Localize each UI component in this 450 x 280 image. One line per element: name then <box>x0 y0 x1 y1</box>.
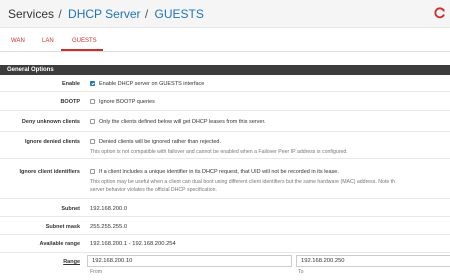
breadcrumb-separator: / <box>144 7 149 21</box>
breadcrumb-guests[interactable]: GUESTS <box>155 7 204 21</box>
ignore-client-id-row: Ignore client identifiers If a client in… <box>0 159 450 199</box>
subnet-row: Subnet 192.168.200.0 <box>0 199 450 217</box>
enable-row: Enable Enable DHCP server on GUESTS inte… <box>0 75 450 92</box>
subnet-mask-label: Subnet mask <box>45 224 80 230</box>
breadcrumb-separator: / <box>58 7 62 21</box>
deny-unknown-checkbox[interactable] <box>90 119 95 124</box>
breadcrumb: Services / DHCP Server / GUESTS <box>8 7 204 21</box>
enable-checkbox[interactable] <box>90 81 95 86</box>
ignore-denied-help: This option is not compatible with failo… <box>90 149 348 155</box>
bootp-text: Ignore BOOTP queries <box>99 99 155 105</box>
subnet-mask-value: 255.255.255.0 <box>90 224 128 230</box>
tab-guests[interactable]: GUESTS <box>72 38 97 44</box>
ignore-denied-label: Ignore denied clients <box>24 139 80 145</box>
bootp-checkbox[interactable] <box>90 99 95 104</box>
range-row: Range 192.168.200.10 192.168.200.250 Fro… <box>0 253 450 280</box>
subnet-value: 192.168.200.0 <box>90 206 128 212</box>
active-tab-indicator <box>61 49 103 51</box>
subnet-mask-row: Subnet mask 255.255.255.0 <box>0 217 450 235</box>
ignore-client-id-label: Ignore client identifiers <box>19 169 80 175</box>
panel-title: General Options <box>0 65 450 75</box>
ignore-denied-row: Ignore denied clients Denied clients wil… <box>0 132 450 159</box>
enable-label: Enable <box>61 81 80 87</box>
page-header: Services / DHCP Server / GUESTS <box>0 0 450 28</box>
range-to-input[interactable]: 192.168.200.250 <box>296 255 450 267</box>
bootp-label: BOOTP <box>60 99 80 105</box>
ignore-denied-text: Denied clients will be ignored rather th… <box>99 139 221 145</box>
ignore-client-id-text: If a client includes a unique identifier… <box>99 169 339 175</box>
range-from-label: From <box>90 269 103 275</box>
deny-unknown-text: Only the clients defined below will get … <box>99 119 266 125</box>
ignore-client-id-checkbox[interactable] <box>90 169 95 174</box>
bootp-row: BOOTP Ignore BOOTP queries <box>0 92 450 111</box>
breadcrumb-dhcp-server[interactable]: DHCP Server <box>68 7 140 21</box>
available-range-row: Available range 192.168.200.1 - 192.168.… <box>0 235 450 253</box>
enable-text: Enable DHCP server on GUESTS interface <box>99 81 205 87</box>
range-from-input[interactable]: 192.168.200.10 <box>87 255 292 267</box>
tab-wan[interactable]: WAN <box>11 38 25 44</box>
tab-lan[interactable]: LAN <box>42 38 54 44</box>
ignore-client-id-help: This option may be useful when a client … <box>90 179 395 185</box>
range-to-label: To <box>298 269 304 275</box>
ignore-denied-checkbox[interactable] <box>90 139 95 144</box>
available-range-value: 192.168.200.1 - 192.168.200.254 <box>90 241 176 247</box>
subnet-label: Subnet <box>61 206 80 212</box>
breadcrumb-services[interactable]: Services <box>8 7 54 21</box>
available-range-label: Available range <box>39 241 80 247</box>
reload-icon[interactable] <box>433 6 447 20</box>
deny-unknown-row: Deny unknown clients Only the clients de… <box>0 111 450 132</box>
deny-unknown-label: Deny unknown clients <box>21 119 80 125</box>
range-label[interactable]: Range <box>63 259 80 265</box>
ignore-client-id-help-continued: server behavior violates the official DH… <box>90 187 217 193</box>
